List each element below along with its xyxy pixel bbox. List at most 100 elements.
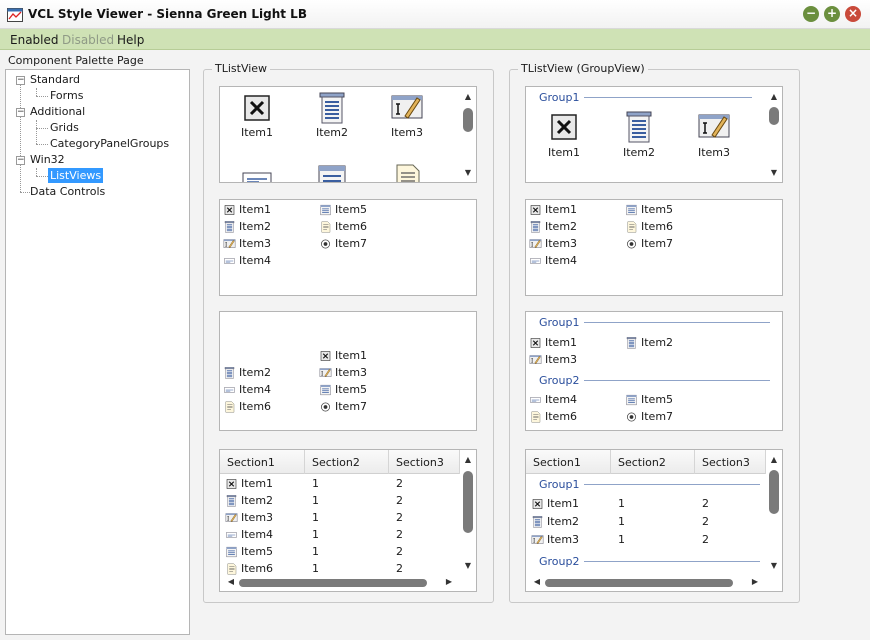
scroll-thumb[interactable] bbox=[545, 579, 733, 587]
delete-box-icon[interactable] bbox=[241, 92, 273, 124]
row-name[interactable]: Item3 bbox=[547, 533, 579, 546]
tree-item-listviews[interactable]: ListViews bbox=[48, 168, 104, 183]
item-label[interactable]: Item6 bbox=[335, 220, 367, 233]
tree-item-grids[interactable]: Grids bbox=[50, 121, 79, 134]
menu-help[interactable]: Help bbox=[117, 33, 144, 47]
item-label[interactable]: Item7 bbox=[335, 400, 367, 413]
item-label[interactable]: Item3 bbox=[335, 366, 367, 379]
row-name[interactable]: Item3 bbox=[241, 511, 273, 524]
item-label[interactable]: Item4 bbox=[545, 254, 577, 267]
row-name[interactable]: Item2 bbox=[547, 515, 579, 528]
item-caption[interactable]: Item1 bbox=[232, 126, 282, 139]
maximize-button[interactable]: + bbox=[824, 6, 840, 22]
collapse-icon[interactable]: − bbox=[16, 108, 25, 117]
listview-list[interactable]: Item1 Item2 Item3 Item4 Item5 Item6 Item… bbox=[219, 199, 477, 296]
scroll-up-icon[interactable]: ▲ bbox=[768, 455, 780, 464]
scroll-left-icon[interactable]: ◀ bbox=[225, 577, 237, 586]
delete-box-icon[interactable] bbox=[548, 111, 580, 143]
scroll-left-icon[interactable]: ◀ bbox=[531, 577, 543, 586]
tree-item-forms[interactable]: Forms bbox=[50, 89, 83, 102]
item-label[interactable]: Item4 bbox=[239, 383, 271, 396]
group-header[interactable]: Group1 bbox=[539, 91, 580, 104]
scroll-thumb[interactable] bbox=[463, 471, 473, 533]
item-label[interactable]: Item4 bbox=[545, 393, 577, 406]
row-name[interactable]: Item6 bbox=[241, 562, 273, 575]
list-form-icon[interactable] bbox=[623, 111, 655, 143]
scroll-up-icon[interactable]: ▲ bbox=[462, 92, 474, 101]
item-label[interactable]: Item7 bbox=[335, 237, 367, 250]
item-label[interactable]: Item1 bbox=[239, 203, 271, 216]
item-label[interactable]: Item5 bbox=[335, 383, 367, 396]
item-label[interactable]: Item1 bbox=[545, 336, 577, 349]
menu-disabled[interactable]: Disabled bbox=[62, 33, 114, 47]
horizontal-scrollbar[interactable]: ◀ ▶ bbox=[529, 577, 764, 589]
column-section2[interactable]: Section2 bbox=[618, 456, 666, 469]
column-section1[interactable]: Section1 bbox=[227, 456, 275, 469]
item-label[interactable]: Item2 bbox=[641, 336, 673, 349]
item-label[interactable]: Item5 bbox=[335, 203, 367, 216]
scroll-up-icon[interactable]: ▲ bbox=[768, 92, 780, 101]
collapse-icon[interactable]: − bbox=[16, 156, 25, 165]
grouped-listview-icons[interactable]: Group1 Item1 Item2 Item3 ▲ ▼ bbox=[525, 86, 783, 183]
row-name[interactable]: Item1 bbox=[241, 477, 273, 490]
vertical-scrollbar[interactable]: ▲ ▼ bbox=[462, 90, 474, 180]
group-header[interactable]: Group1 bbox=[539, 478, 580, 491]
row-name[interactable]: Item4 bbox=[241, 528, 273, 541]
grouped-listview-report[interactable]: Section1 Section2 Section3 Group1 Item1 … bbox=[525, 449, 783, 592]
item-label[interactable]: Item1 bbox=[335, 349, 367, 362]
scroll-down-icon[interactable]: ▼ bbox=[462, 561, 474, 570]
grouped-listview-small-icons[interactable]: Group1 Item1 Item2 Item3 Group2 Item4 It… bbox=[525, 311, 783, 431]
edit-text-icon[interactable] bbox=[698, 111, 730, 143]
item-label[interactable]: Item2 bbox=[239, 366, 271, 379]
item-label[interactable]: Item2 bbox=[545, 220, 577, 233]
scroll-thumb[interactable] bbox=[463, 108, 473, 132]
listview-report[interactable]: Section1 Section2 Section3 Item1 1 2 Ite… bbox=[219, 449, 477, 592]
column-section3[interactable]: Section3 bbox=[702, 456, 750, 469]
scroll-up-icon[interactable]: ▲ bbox=[462, 455, 474, 464]
vertical-scrollbar[interactable]: ▲ ▼ bbox=[768, 90, 780, 180]
tree-item-categorypanelgroups[interactable]: CategoryPanelGroups bbox=[50, 137, 169, 150]
item-label[interactable]: Item1 bbox=[545, 203, 577, 216]
scroll-right-icon[interactable]: ▶ bbox=[749, 577, 761, 586]
minimize-button[interactable]: − bbox=[803, 6, 819, 22]
item-label[interactable]: Item5 bbox=[641, 393, 673, 406]
row-name[interactable]: Item5 bbox=[241, 545, 273, 558]
column-section3[interactable]: Section3 bbox=[396, 456, 444, 469]
scroll-thumb[interactable] bbox=[239, 579, 427, 587]
item-caption[interactable]: Item2 bbox=[614, 146, 664, 159]
column-section1[interactable]: Section1 bbox=[533, 456, 581, 469]
vertical-scrollbar[interactable]: ▲ ▼ bbox=[462, 453, 474, 573]
item-label[interactable]: Item4 bbox=[239, 254, 271, 267]
close-button[interactable]: × bbox=[845, 6, 861, 22]
scroll-down-icon[interactable]: ▼ bbox=[768, 168, 780, 177]
tree-item-win32[interactable]: Win32 bbox=[30, 153, 65, 166]
grid-form-icon[interactable] bbox=[316, 163, 348, 183]
item-label[interactable]: Item3 bbox=[239, 237, 271, 250]
row-name[interactable]: Item1 bbox=[547, 497, 579, 510]
listview-icons[interactable]: Item1 Item2 Item3 ▲ ▼ bbox=[219, 86, 477, 183]
item-label[interactable]: Item6 bbox=[641, 220, 673, 233]
scroll-down-icon[interactable]: ▼ bbox=[768, 561, 780, 570]
item-label[interactable]: Item5 bbox=[641, 203, 673, 216]
group-header[interactable]: Group2 bbox=[539, 555, 580, 568]
item-caption[interactable]: Item2 bbox=[307, 126, 357, 139]
collapse-icon[interactable]: − bbox=[16, 76, 25, 85]
scroll-down-icon[interactable]: ▼ bbox=[462, 168, 474, 177]
tree-item-standard[interactable]: Standard bbox=[30, 73, 80, 86]
horizontal-scrollbar[interactable]: ◀ ▶ bbox=[223, 577, 458, 589]
item-label[interactable]: Item7 bbox=[641, 410, 673, 423]
item-label[interactable]: Item6 bbox=[545, 410, 577, 423]
group-header[interactable]: Group2 bbox=[539, 374, 580, 387]
grouped-listview-list[interactable]: Item1 Item2 Item3 Item4 Item5 Item6 Item… bbox=[525, 199, 783, 296]
document-icon[interactable] bbox=[391, 163, 423, 183]
item-caption[interactable]: Item3 bbox=[689, 146, 739, 159]
vertical-scrollbar[interactable]: ▲ ▼ bbox=[768, 453, 780, 573]
palette-tree[interactable]: − Standard Forms − Additional Grids Cate… bbox=[5, 69, 190, 635]
item-label[interactable]: Item6 bbox=[239, 400, 271, 413]
item-caption[interactable]: Item1 bbox=[539, 146, 589, 159]
row-name[interactable]: Item2 bbox=[241, 494, 273, 507]
tree-item-additional[interactable]: Additional bbox=[30, 105, 85, 118]
item-label[interactable]: Item3 bbox=[545, 237, 577, 250]
list-form-icon[interactable] bbox=[316, 92, 348, 124]
scroll-right-icon[interactable]: ▶ bbox=[443, 577, 455, 586]
